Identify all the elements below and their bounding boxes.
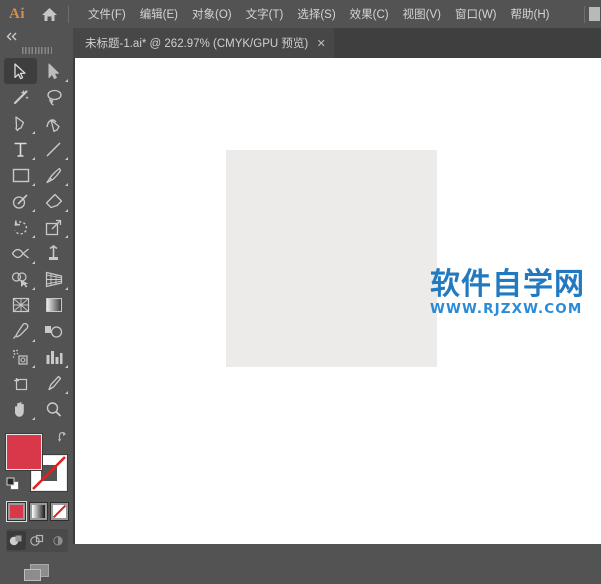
menu-effect[interactable]: 效果(C) — [343, 0, 396, 28]
menu-type[interactable]: 文字(T) — [239, 0, 291, 28]
free-transform-tool[interactable] — [37, 240, 70, 266]
menu-object[interactable]: 对象(O) — [185, 0, 239, 28]
selection-tool[interactable] — [4, 58, 37, 84]
fill-swatch[interactable] — [6, 434, 42, 470]
slice-tool[interactable] — [37, 370, 70, 396]
column-graph-tool[interactable] — [37, 344, 70, 370]
shaper-tool[interactable] — [4, 188, 37, 214]
menu-file[interactable]: 文件(F) — [81, 0, 133, 28]
type-tool[interactable] — [4, 136, 37, 162]
rotate-tool[interactable] — [4, 214, 37, 240]
panel-drag-handle[interactable] — [0, 44, 73, 56]
paintbrush-tool[interactable] — [37, 162, 70, 188]
gradient-mode-button[interactable] — [28, 502, 48, 521]
zoom-tool[interactable] — [37, 396, 70, 422]
document-tab[interactable]: 未标题-1.ai* @ 262.97% (CMYK/GPU 预览) ✕ — [73, 28, 335, 58]
document-tab-bar: 未标题-1.ai* @ 262.97% (CMYK/GPU 预览) ✕ — [73, 28, 601, 58]
blend-tool[interactable] — [37, 318, 70, 344]
menu-view[interactable]: 视图(V) — [396, 0, 448, 28]
gradient-tool[interactable] — [37, 292, 70, 318]
menu-bar-right-controls — [580, 0, 601, 28]
direct-selection-tool[interactable] — [37, 58, 70, 84]
tools-panel — [0, 28, 73, 581]
magic-wand-tool[interactable] — [4, 84, 37, 110]
draw-inside-button[interactable] — [48, 531, 67, 550]
menu-select[interactable]: 选择(S) — [290, 0, 342, 28]
app-logo-icon: Ai — [9, 5, 25, 22]
watermark-sub-text: WWW.RJZXW.COM — [430, 301, 583, 317]
artboard-tool[interactable] — [4, 370, 37, 396]
menu-bar: Ai 文件(F) 编辑(E) 对象(O) 文字(T) 选择(S) 效果(C) 视… — [0, 0, 601, 28]
rectangle-tool[interactable] — [4, 162, 37, 188]
watermark: 软件自学网 WWW.RJZXW.COM — [430, 267, 585, 318]
canvas-area[interactable]: 软件自学网 WWW.RJZXW.COM — [73, 58, 601, 544]
tool-grid — [4, 58, 70, 422]
color-controls — [6, 430, 72, 496]
mesh-tool[interactable] — [4, 292, 37, 318]
paint-mode-buttons — [7, 502, 69, 521]
illustrator-window: Ai 文件(F) 编辑(E) 对象(O) 文字(T) 选择(S) 效果(C) 视… — [0, 0, 601, 581]
menu-edit[interactable]: 编辑(E) — [133, 0, 185, 28]
close-icon[interactable]: ✕ — [308, 28, 334, 58]
curvature-tool[interactable] — [37, 110, 70, 136]
hand-tool[interactable] — [4, 396, 37, 422]
workspace-switcher-partial[interactable] — [589, 7, 600, 21]
default-fill-stroke-icon[interactable] — [6, 477, 20, 496]
color-mode-button[interactable] — [7, 502, 26, 521]
draw-behind-button[interactable] — [27, 531, 46, 550]
perspective-grid-tool[interactable] — [37, 266, 70, 292]
menu-separator — [68, 5, 69, 23]
draw-mode-buttons — [6, 529, 68, 552]
artboard[interactable] — [226, 150, 437, 367]
shape-builder-tool[interactable] — [4, 266, 37, 292]
menu-items: 文件(F) 编辑(E) 对象(O) 文字(T) 选择(S) 效果(C) 视图(V… — [81, 0, 556, 28]
canvas-left-border — [73, 58, 75, 544]
watermark-main-text: 软件自学网 — [430, 267, 585, 302]
pen-tool[interactable] — [4, 110, 37, 136]
home-icon[interactable] — [34, 0, 64, 28]
scale-tool[interactable] — [37, 214, 70, 240]
eraser-tool[interactable] — [37, 188, 70, 214]
double-chevron-left-icon[interactable] — [0, 28, 73, 44]
change-screen-mode-button[interactable] — [0, 562, 73, 584]
lasso-tool[interactable] — [37, 84, 70, 110]
menu-right-separator — [584, 5, 585, 23]
draw-normal-button[interactable] — [6, 531, 26, 550]
swap-fill-stroke-icon[interactable] — [57, 430, 70, 448]
width-tool[interactable] — [4, 240, 37, 266]
line-segment-tool[interactable] — [37, 136, 70, 162]
document-tab-label: 未标题-1.ai* @ 262.97% (CMYK/GPU 预览) — [85, 38, 309, 50]
menu-help[interactable]: 帮助(H) — [504, 0, 557, 28]
none-mode-button[interactable] — [50, 502, 69, 521]
symbol-sprayer-tool[interactable] — [4, 344, 37, 370]
menu-window[interactable]: 窗口(W) — [448, 0, 504, 28]
eyedropper-tool[interactable] — [4, 318, 37, 344]
